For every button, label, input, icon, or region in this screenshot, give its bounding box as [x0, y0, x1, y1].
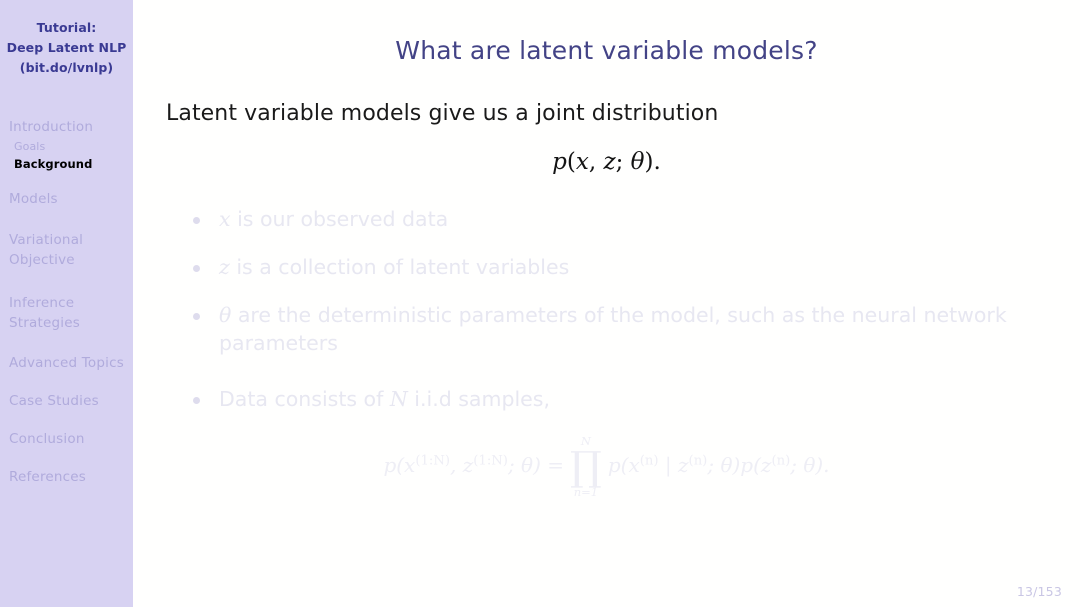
- sidebar-item-label: Goals: [14, 140, 46, 153]
- sidebar-item-background[interactable]: Background: [0, 157, 133, 171]
- sidebar-item-label-line2: Strategies: [9, 315, 80, 331]
- list-item: x is our observed data: [187, 205, 1067, 233]
- slide-content: What are latent variable models? Latent …: [133, 0, 1080, 607]
- equation-var-x: x: [575, 149, 589, 175]
- equation-var-theta: θ: [630, 149, 645, 175]
- equation-rhs-end: ; θ).: [790, 453, 830, 477]
- sidebar-title-line-1: Tutorial:: [36, 20, 97, 35]
- sidebar-item-goals[interactable]: Goals: [0, 140, 133, 154]
- bullet-text: is our observed data: [230, 207, 449, 231]
- equation-semicolon: ;: [615, 149, 631, 175]
- equation-joint-distribution: p(x, z; θ).: [133, 149, 1080, 175]
- sidebar-item-variational-objective[interactable]: Variational Objective: [0, 230, 133, 270]
- sidebar-item-label: Inference: [9, 295, 75, 311]
- equation-rhs-a: p(x: [607, 453, 640, 477]
- sidebar-item-label-line2: Objective: [9, 252, 75, 268]
- equation-lhs-end: ; θ) =: [507, 453, 565, 477]
- page-title: What are latent variable models?: [395, 36, 818, 65]
- equation-rhs-mid: ; θ)p(z: [707, 453, 772, 477]
- equation-var-z: z: [603, 149, 616, 175]
- equation-superscript-1n-a: (1:N): [415, 453, 451, 469]
- equation-superscript-1n-b: (1:N): [473, 453, 508, 469]
- product-operator: N ∏ n=1: [570, 435, 602, 499]
- sidebar-title-line-3: (bit.do/lvnlp): [19, 60, 114, 75]
- equation-product-factorization: p(x(1:N), z(1:N); θ) = N ∏ n=1 p(x(n) | z(n)…: [133, 433, 1080, 499]
- list-item: z is a collection of latent variables: [187, 253, 1067, 281]
- sidebar-item-label: References: [9, 469, 87, 485]
- bullet-symbol-theta: θ: [219, 303, 232, 327]
- bullet-text: is a collection of latent variables: [229, 255, 570, 279]
- equation-superscript-n-b: (n): [688, 453, 708, 469]
- equation-superscript-n-c: (n): [771, 453, 791, 469]
- equation-rhs: p(x(n) | z(n); θ)p(z(n); θ).: [608, 453, 830, 477]
- slide: Tutorial: Deep Latent NLP (bit.do/lvnlp)…: [0, 0, 1080, 607]
- list-item: Data consists of N i.i.d samples,: [187, 385, 1067, 413]
- equation-comma: ,: [588, 149, 604, 175]
- bullet-text-before: Data consists of: [219, 387, 390, 411]
- equation-joint-text: p: [552, 149, 567, 175]
- equation-lhs: p(x(1:N), z(1:N); θ) =: [383, 453, 564, 477]
- sidebar-item-label: Models: [9, 191, 58, 207]
- bullet-text: are the deterministic parameters of the …: [219, 303, 1007, 355]
- sidebar-item-references[interactable]: References: [0, 470, 133, 485]
- bullet-symbol-n: N: [389, 387, 408, 411]
- sidebar-item-label: Variational: [9, 232, 84, 248]
- bullet-symbol-x: x: [219, 207, 231, 231]
- equation-superscript-n-a: (n): [639, 453, 659, 469]
- sidebar-item-conclusion[interactable]: Conclusion: [0, 432, 133, 447]
- equation-paren-close: ).: [644, 149, 661, 175]
- bullet-list: x is our observed data z is a collection…: [187, 205, 1080, 413]
- sidebar-item-label: Background: [14, 157, 93, 171]
- equation-rhs-bar: | z: [658, 453, 689, 477]
- sidebar-item-inference-strategies[interactable]: Inference Strategies: [0, 293, 133, 333]
- sidebar-item-label: Case Studies: [9, 393, 99, 409]
- sidebar-title-line-2: Deep Latent NLP: [6, 40, 127, 55]
- product-symbol: ∏: [570, 444, 602, 490]
- list-item: θ are the deterministic parameters of th…: [187, 301, 1067, 357]
- bullet-symbol-z: z: [219, 255, 230, 279]
- product-lower-limit: n=1: [573, 485, 599, 499]
- sidebar-item-label: Advanced Topics: [9, 355, 124, 371]
- equation-paren-open: (: [566, 149, 576, 175]
- sidebar-item-introduction[interactable]: Introduction: [0, 120, 133, 135]
- sidebar-nav: Introduction Goals Background Models Var…: [0, 120, 133, 485]
- bullet-text-after: i.i.d samples,: [407, 387, 550, 411]
- sidebar-item-case-studies[interactable]: Case Studies: [0, 394, 133, 409]
- sidebar-item-models[interactable]: Models: [0, 192, 133, 207]
- sidebar-item-advanced-topics[interactable]: Advanced Topics: [0, 356, 133, 371]
- equation-lhs-p: p(x: [383, 453, 416, 477]
- equation-lhs-mid: , z: [450, 453, 474, 477]
- sidebar-item-label: Introduction: [9, 119, 94, 135]
- sidebar-item-label: Conclusion: [9, 431, 85, 447]
- sidebar: Tutorial: Deep Latent NLP (bit.do/lvnlp)…: [0, 0, 133, 607]
- sidebar-title: Tutorial: Deep Latent NLP (bit.do/lvnlp): [0, 18, 133, 78]
- page-number: 13/153: [1016, 584, 1062, 599]
- lead-paragraph: Latent variable models give us a joint d…: [166, 101, 719, 126]
